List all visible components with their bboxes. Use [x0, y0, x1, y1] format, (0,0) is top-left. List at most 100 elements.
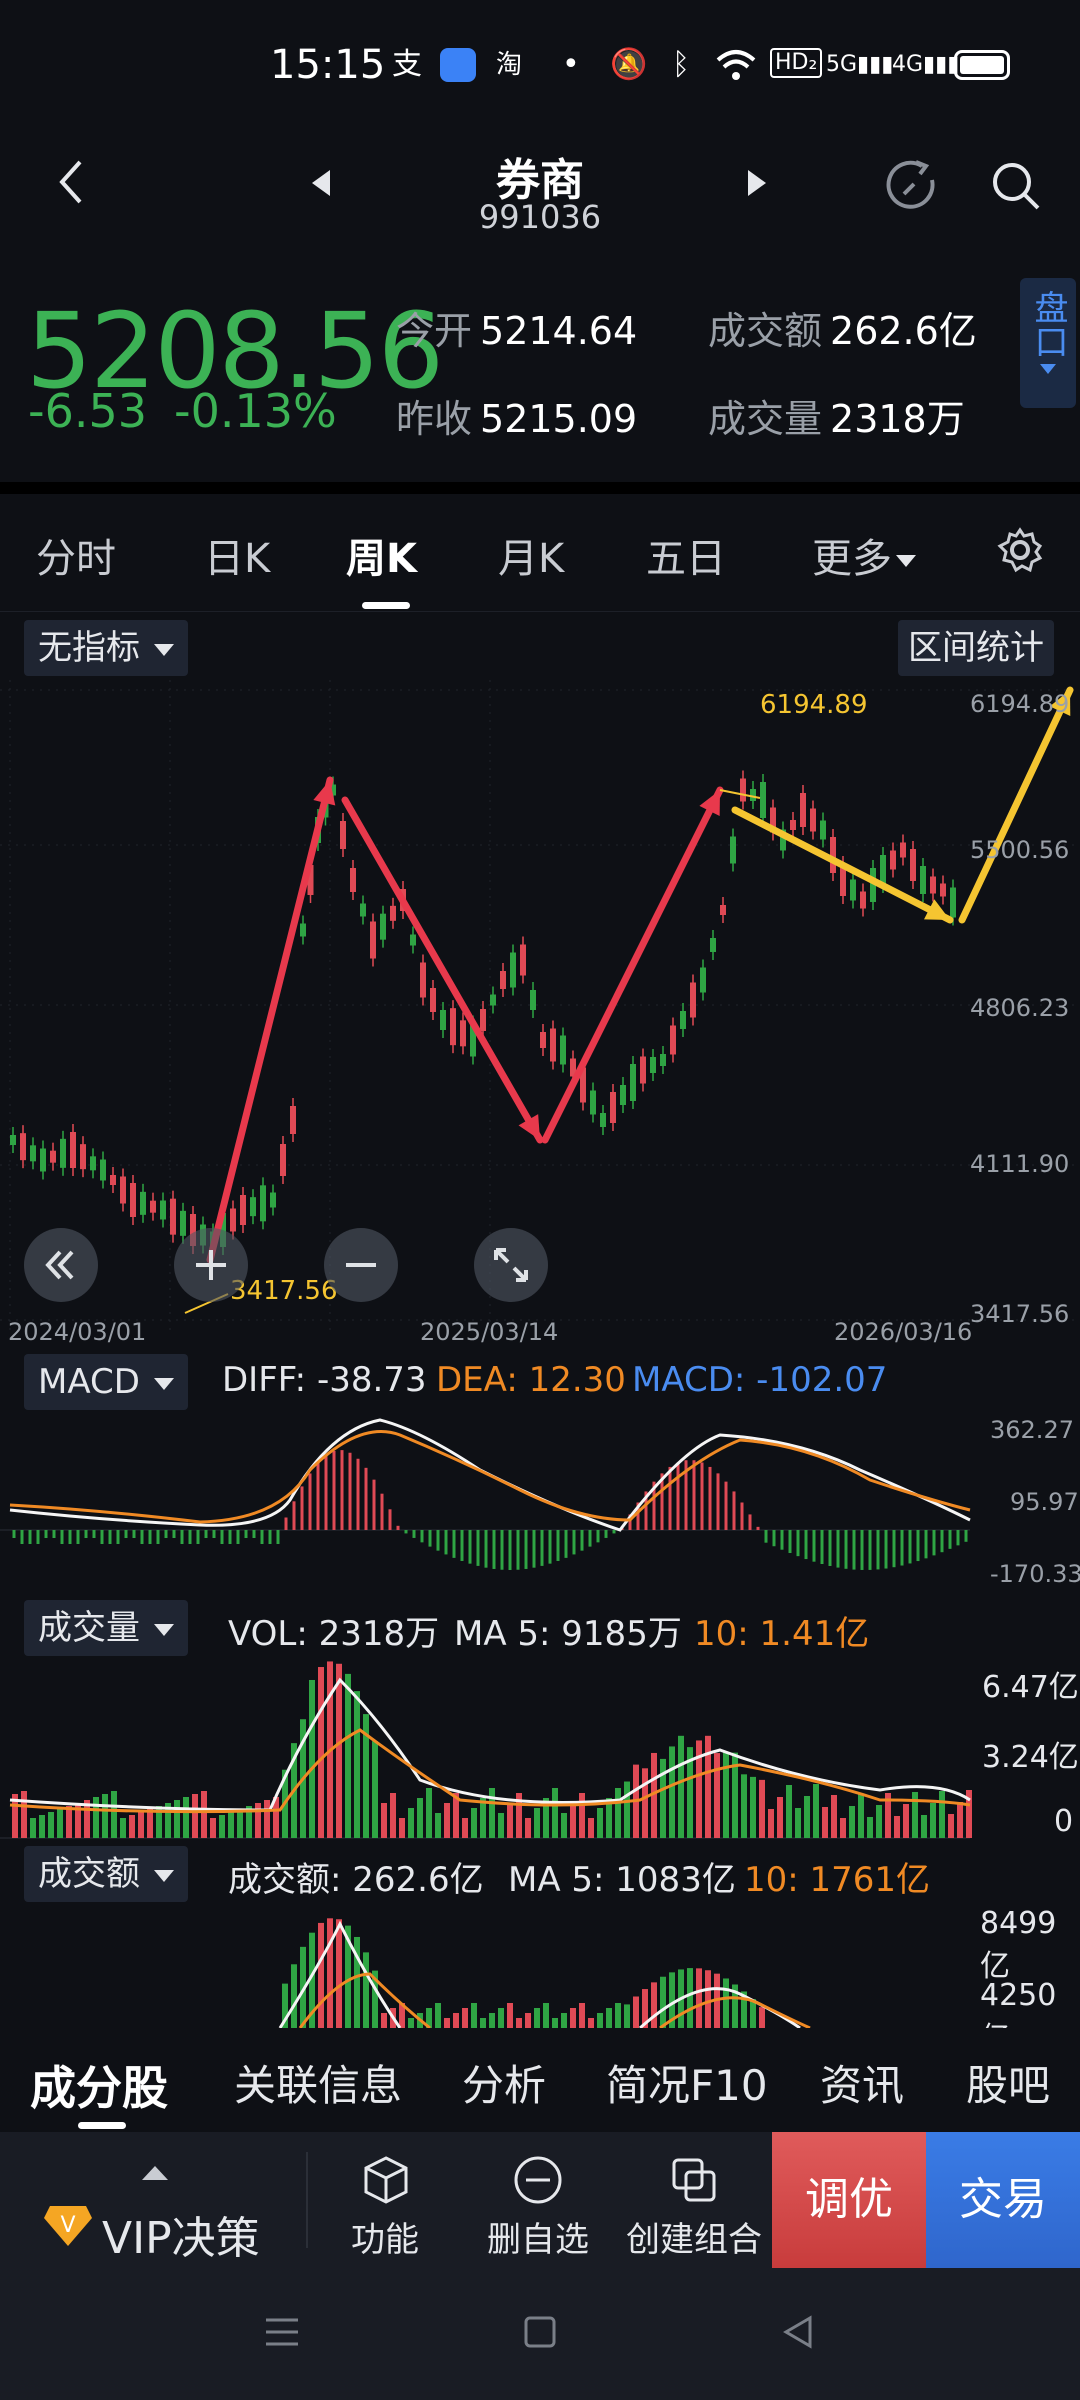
vol-bar — [921, 1815, 927, 1838]
candle-body — [490, 994, 496, 1006]
candle-body — [700, 967, 706, 993]
zoom-in-button[interactable] — [174, 1228, 248, 1302]
pankou-caret-icon — [1040, 364, 1056, 374]
candle-body — [850, 879, 856, 901]
vol-bar — [930, 1803, 936, 1838]
home-icon[interactable] — [520, 2312, 560, 2352]
tab-five-day[interactable]: 五日 — [646, 526, 726, 584]
amt-bar — [318, 1922, 324, 2028]
tab-news[interactable]: 资讯 — [820, 2052, 904, 2113]
vol-bar — [849, 1806, 855, 1838]
date-end: 2026/03/16 — [834, 1318, 973, 1346]
tune-button[interactable]: 调优 — [772, 2132, 926, 2268]
tab-month-k[interactable]: 月K — [498, 526, 564, 584]
macd-selector[interactable]: MACD — [24, 1354, 188, 1410]
tab-more[interactable]: 更多 — [812, 526, 916, 584]
candle-body — [100, 1159, 106, 1181]
candle-body — [930, 876, 936, 894]
function-label: 功能 — [351, 2220, 419, 2260]
tab-fenshi[interactable]: 分时 — [36, 526, 116, 584]
amt-bar — [597, 2013, 603, 2028]
next-stock-icon[interactable] — [746, 168, 768, 202]
vip-decision-button[interactable]: V VIP决策 — [0, 2132, 304, 2268]
vol-bar — [552, 1788, 558, 1838]
vol-bar — [435, 1813, 441, 1838]
create-combo-button[interactable]: 创建组合 — [614, 2132, 774, 2268]
volume-field: 成交量 2318万 — [708, 388, 965, 443]
menu-icon[interactable] — [262, 2312, 302, 2352]
signal-5g-label: 5G — [826, 52, 858, 77]
amount-caret-icon — [154, 1869, 174, 1882]
vip-label: VIP决策 — [102, 2213, 260, 2264]
volume-selector[interactable]: 成交量 — [24, 1600, 188, 1656]
amt-ma10: 10: 1761亿 — [744, 1860, 931, 1900]
tab-day-k[interactable]: 日K — [204, 526, 270, 584]
candle-body — [350, 868, 356, 892]
vip-diamond-icon: V — [44, 2206, 92, 2246]
trade-button[interactable]: 交易 — [926, 2132, 1080, 2268]
amount-selector[interactable]: 成交额 — [24, 1846, 188, 1902]
bottom-toolbar: V VIP决策 功能 删自选 创建组合 调优 交易 — [0, 2132, 1080, 2268]
candle-body — [860, 891, 866, 909]
amt-ytick-0: 8499亿 — [980, 1906, 1057, 1984]
amt-bar — [462, 2008, 468, 2028]
pankou-button[interactable]: 盘口 — [1020, 278, 1076, 408]
vol-bar — [120, 1818, 126, 1838]
tab-analysis[interactable]: 分析 — [462, 2052, 546, 2113]
taobao-icon: 淘 — [496, 50, 523, 80]
candle-body — [500, 971, 506, 989]
vol-bar — [840, 1818, 846, 1838]
date-mid: 2025/03/14 — [420, 1318, 559, 1346]
price-change-pct: -0.13% — [174, 384, 337, 438]
back-nav-icon[interactable] — [778, 2312, 818, 2352]
amt-bar — [291, 1964, 297, 2028]
scroll-left-button[interactable] — [24, 1228, 98, 1302]
refresh-icon[interactable] — [884, 158, 940, 218]
macd-chart — [0, 1418, 971, 1570]
vol-bar — [876, 1805, 882, 1838]
vol-bar — [795, 1808, 801, 1838]
candle-body — [560, 1035, 566, 1065]
candle-body — [810, 808, 816, 832]
search-icon[interactable] — [990, 160, 1042, 216]
tab-forum[interactable]: 股吧 — [966, 2052, 1050, 2113]
header: 券商 991036 — [0, 120, 1080, 250]
zoom-out-button[interactable] — [324, 1228, 398, 1302]
tab-indicator — [362, 602, 410, 609]
tab-week-k[interactable]: 周K — [346, 526, 417, 584]
candle-body — [130, 1183, 136, 1217]
vol-bar — [21, 1791, 27, 1838]
toolbar-separator — [306, 2152, 308, 2248]
amt-bar — [525, 2013, 531, 2028]
vol-bar — [642, 1768, 648, 1838]
tab-f10[interactable]: 简况F10 — [606, 2052, 768, 2113]
tab-related-info[interactable]: 关联信息 — [234, 2052, 402, 2113]
battery-icon — [954, 50, 1010, 80]
gear-icon[interactable] — [996, 526, 1044, 578]
range-stats-button[interactable]: 区间统计 — [898, 620, 1054, 676]
amt-bar — [615, 2003, 621, 2028]
candle-body — [590, 1090, 596, 1115]
candle-body — [900, 842, 906, 858]
candle-body — [280, 1144, 286, 1176]
vol-bar — [237, 1809, 243, 1838]
indicator-selector[interactable]: 无指标 — [24, 620, 188, 676]
vol-bar — [219, 1815, 225, 1838]
vol-ytick-1: 3.24亿 — [982, 1740, 1079, 1775]
vol-bar — [183, 1797, 189, 1838]
amt-bar — [435, 2003, 441, 2028]
k-ytick-4: 3417.56 — [970, 1300, 1070, 1328]
vol-bar — [669, 1746, 675, 1838]
candle-body — [20, 1133, 26, 1161]
vol-bar — [354, 1691, 360, 1838]
candle-body — [630, 1064, 636, 1101]
annotation-arrow-up-3 — [958, 686, 1074, 924]
fullscreen-button[interactable] — [474, 1228, 548, 1302]
tab-components[interactable]: 成分股 — [30, 2052, 168, 2118]
amt-bar — [516, 2018, 522, 2028]
annotation-arrow-up-1 — [206, 776, 334, 1264]
combo-icon — [672, 2158, 716, 2202]
vol-bar — [444, 1803, 450, 1838]
delete-watchlist-button[interactable]: 删自选 — [468, 2132, 608, 2268]
function-button[interactable]: 功能 — [320, 2132, 450, 2268]
